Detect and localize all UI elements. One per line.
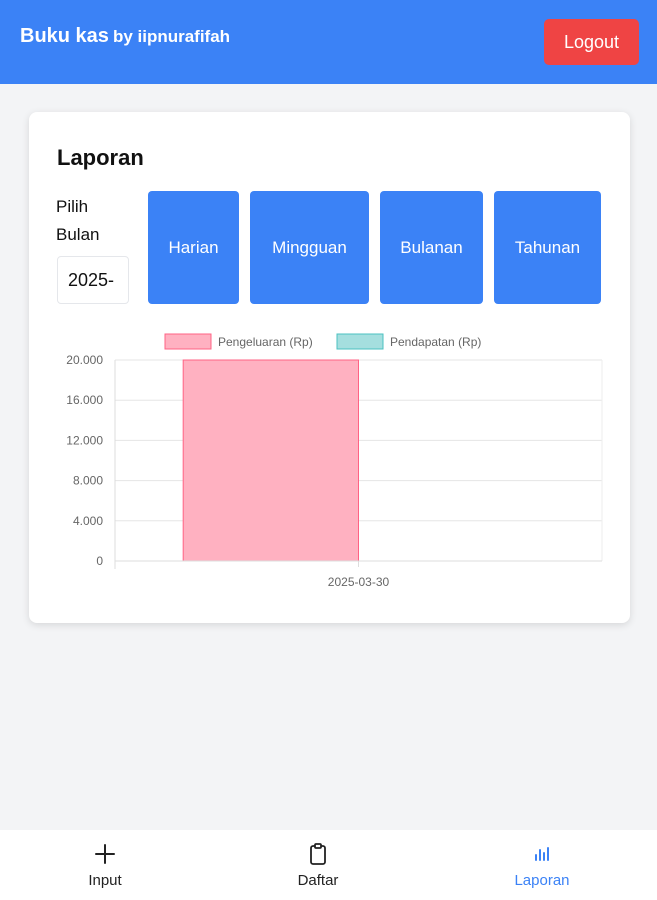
bar-chart-icon — [535, 847, 549, 861]
daily-button[interactable]: Harian — [148, 191, 239, 304]
nav-daftar-label: Daftar — [297, 872, 339, 889]
nav-laporan-label: Laporan — [514, 872, 570, 889]
nav-input[interactable]: Input — [45, 830, 165, 900]
nav-laporan[interactable]: Laporan — [482, 830, 602, 900]
legend-swatch — [336, 333, 384, 350]
report-bar-chart: Pengeluaran (Rp) Pendapatan (Rp) 0 4.000 8.0… — [66, 333, 603, 589]
app-brand: Buku kas by iipnurafifah — [20, 25, 230, 48]
monthly-button[interactable]: Bulanan — [380, 191, 483, 304]
x-tick-label: 2025-03-30 — [328, 575, 390, 589]
plus-icon — [95, 844, 115, 864]
y-tick-label: 20.000 — [66, 353, 103, 367]
clipboard-icon — [310, 843, 326, 865]
logout-button[interactable]: Logout — [544, 19, 639, 65]
legend-label: Pendapatan (Rp) — [390, 335, 481, 349]
app-header: Buku kas by iipnurafifah Logout — [0, 0, 657, 84]
nav-daftar[interactable]: Daftar — [258, 830, 378, 900]
y-tick-label: 4.000 — [73, 514, 103, 528]
y-tick-label: 12.000 — [66, 433, 103, 447]
weekly-button[interactable]: Mingguan — [250, 191, 369, 304]
y-tick-label: 8.000 — [73, 474, 103, 488]
legend-label: Pengeluaran (Rp) — [218, 335, 313, 349]
app-title: Buku kas — [20, 25, 109, 47]
month-input[interactable] — [57, 256, 129, 304]
bar-0 — [182, 359, 360, 562]
bottom-nav: Input Daftar Laporan — [0, 830, 657, 900]
pick-month-label: Pilih Bulan — [56, 197, 100, 244]
report-card: Laporan Pilih Bulan Harian Mingguan Bula… — [29, 112, 630, 623]
yearly-button[interactable]: Tahunan — [494, 191, 601, 304]
legend-swatch — [164, 333, 212, 350]
nav-input-label: Input — [88, 872, 122, 889]
y-tick-label: 16.000 — [66, 393, 103, 407]
app-byline: by iipnurafifah — [112, 27, 231, 46]
y-tick-label: 0 — [96, 554, 103, 568]
report-title: Laporan — [57, 145, 144, 170]
